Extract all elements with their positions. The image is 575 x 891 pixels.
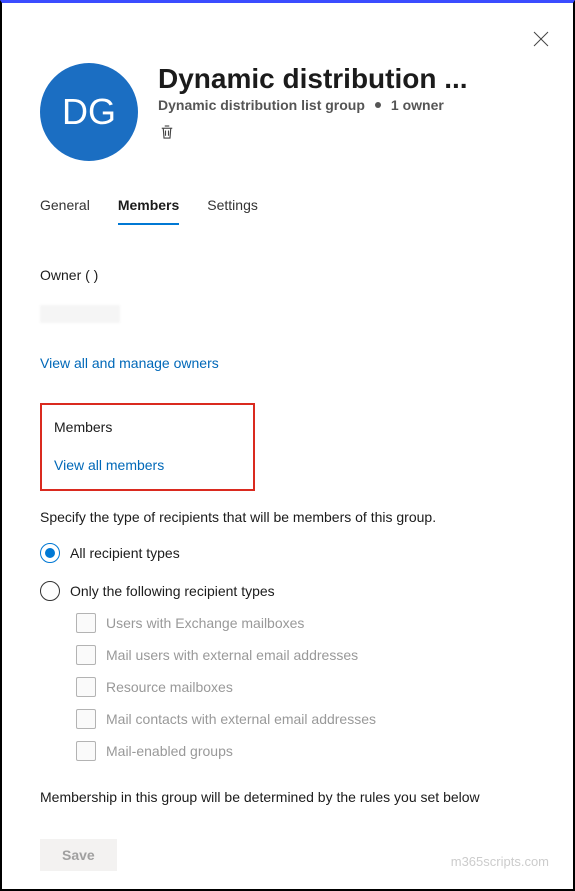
members-heading: Members [54,419,241,435]
members-highlight-box: Members View all members [40,403,255,491]
checkbox-resource-mailboxes-label: Resource mailboxes [106,679,233,695]
tabs: General Members Settings [40,191,535,225]
tab-members[interactable]: Members [118,191,179,225]
checkbox-resource-mailboxes[interactable] [76,677,96,697]
checkbox-mail-contacts-external[interactable] [76,709,96,729]
radio-following-recipients-label: Only the following recipient types [70,583,275,599]
close-icon[interactable] [533,31,549,47]
tab-general[interactable]: General [40,191,90,225]
page-title: Dynamic distribution ... [158,63,535,95]
radio-all-recipients-label: All recipient types [70,545,180,561]
group-type-label: Dynamic distribution list group [158,97,365,113]
owner-count: 1 owner [391,97,444,113]
tab-settings[interactable]: Settings [207,191,258,225]
checkbox-users-exchange[interactable] [76,613,96,633]
radio-following-recipients[interactable] [40,581,60,601]
save-button[interactable]: Save [40,839,117,871]
watermark: m365scripts.com [451,854,549,869]
checkbox-mail-users-external[interactable] [76,645,96,665]
owner-section: Owner ( ) View all and manage owners [40,267,535,373]
avatar: DG [40,63,138,161]
view-all-members-link[interactable]: View all members [54,457,164,473]
checkbox-mail-contacts-external-label: Mail contacts with external email addres… [106,711,376,727]
delete-icon[interactable] [158,123,176,141]
checkbox-mail-enabled-groups[interactable] [76,741,96,761]
checkbox-users-exchange-label: Users with Exchange mailboxes [106,615,304,631]
rules-description: Membership in this group will be determi… [40,789,535,805]
owner-label: Owner ( ) [40,267,535,283]
separator-dot [375,102,381,108]
manage-owners-link[interactable]: View all and manage owners [40,355,219,371]
recipients-description: Specify the type of recipients that will… [40,509,535,525]
panel-header: DG Dynamic distribution ... Dynamic dist… [40,63,535,161]
radio-all-recipients[interactable] [40,543,60,563]
checkbox-mail-enabled-groups-label: Mail-enabled groups [106,743,233,759]
recipient-type-list: Users with Exchange mailboxes Mail users… [76,613,535,761]
checkbox-mail-users-external-label: Mail users with external email addresses [106,647,358,663]
owner-name-redacted [40,305,120,323]
